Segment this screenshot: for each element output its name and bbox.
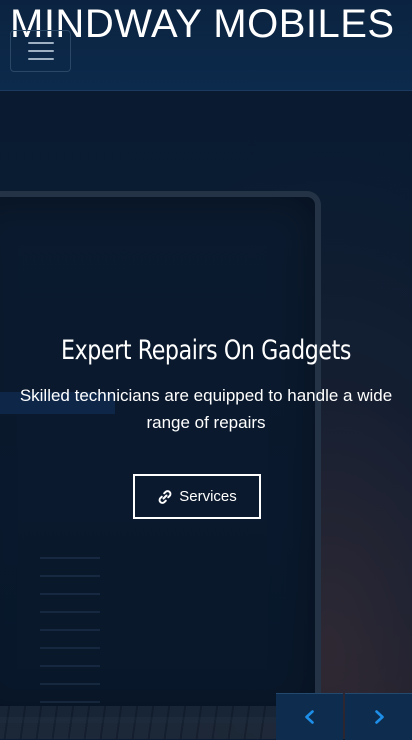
hero-caption: Expert Repairs On Gadgets Skilled techni…	[0, 330, 412, 436]
navbar: MINDWAY MOBILES	[0, 0, 412, 91]
hamburger-line	[27, 58, 54, 60]
menu-toggle-button[interactable]	[10, 30, 71, 72]
hero-title: Expert Repairs On Gadgets	[61, 335, 351, 366]
chevron-left-icon	[304, 710, 314, 724]
hamburger-line	[27, 42, 54, 44]
link-icon	[158, 489, 172, 504]
chevron-right-icon	[374, 710, 384, 724]
carousel-next-button[interactable]	[345, 693, 412, 740]
services-button-label: Services	[179, 488, 237, 505]
carousel-prev-button[interactable]	[276, 693, 343, 740]
hero-subtitle: Skilled technicians are equipped to hand…	[19, 386, 393, 432]
hamburger-line	[27, 50, 54, 52]
services-button[interactable]: Services	[133, 474, 261, 519]
